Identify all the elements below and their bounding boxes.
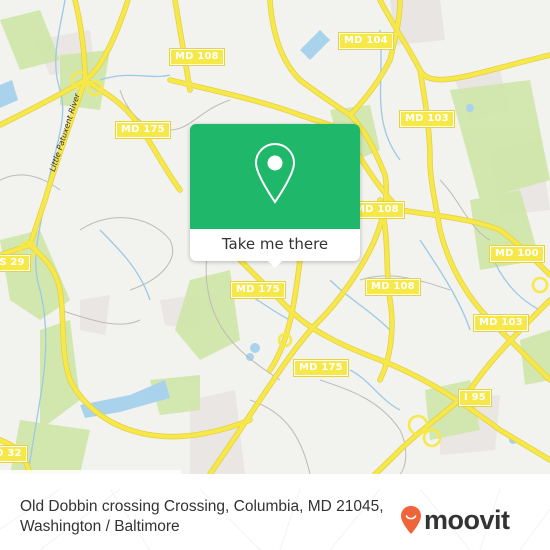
brand-wordmark: moovit [424, 505, 510, 535]
moovit-pin-icon [401, 506, 421, 534]
road-label-md108-top: MD 108 [169, 48, 225, 66]
address-text: Old Dobbin crossing Crossing, Columbia, … [20, 498, 384, 535]
road-label-md32: MD 32 [0, 445, 28, 463]
road-label-md103-top: MD 103 [399, 110, 455, 128]
map-view[interactable]: Little Patuxent River MD 108 MD 104 MD 1… [0, 0, 550, 474]
popup-header [190, 124, 360, 229]
popup-pointer [267, 260, 283, 268]
road-label-md108-lower: MD 108 [365, 278, 421, 296]
road-label-i95: I 95 [458, 389, 492, 407]
moovit-logo[interactable]: moovit [400, 505, 510, 535]
road-label-md175-left: MD 175 [115, 121, 171, 139]
road-label-md103-lower: MD 103 [473, 314, 529, 332]
map-attribution[interactable]: © OpenStreetMap contributors [0, 470, 181, 474]
location-popup: Take me there [190, 124, 360, 268]
road-label-md175-center: MD 175 [230, 281, 286, 299]
footer: Old Dobbin crossing Crossing, Columbia, … [0, 489, 550, 550]
road-label-md104: MD 104 [338, 32, 394, 50]
road-label-us29: US 29 [0, 254, 31, 272]
road-label-md175-lower: MD 175 [293, 359, 349, 377]
road-label-md100: MD 100 [489, 245, 545, 263]
take-me-there-button[interactable]: Take me there [190, 229, 360, 261]
map-pin-icon [254, 142, 296, 204]
